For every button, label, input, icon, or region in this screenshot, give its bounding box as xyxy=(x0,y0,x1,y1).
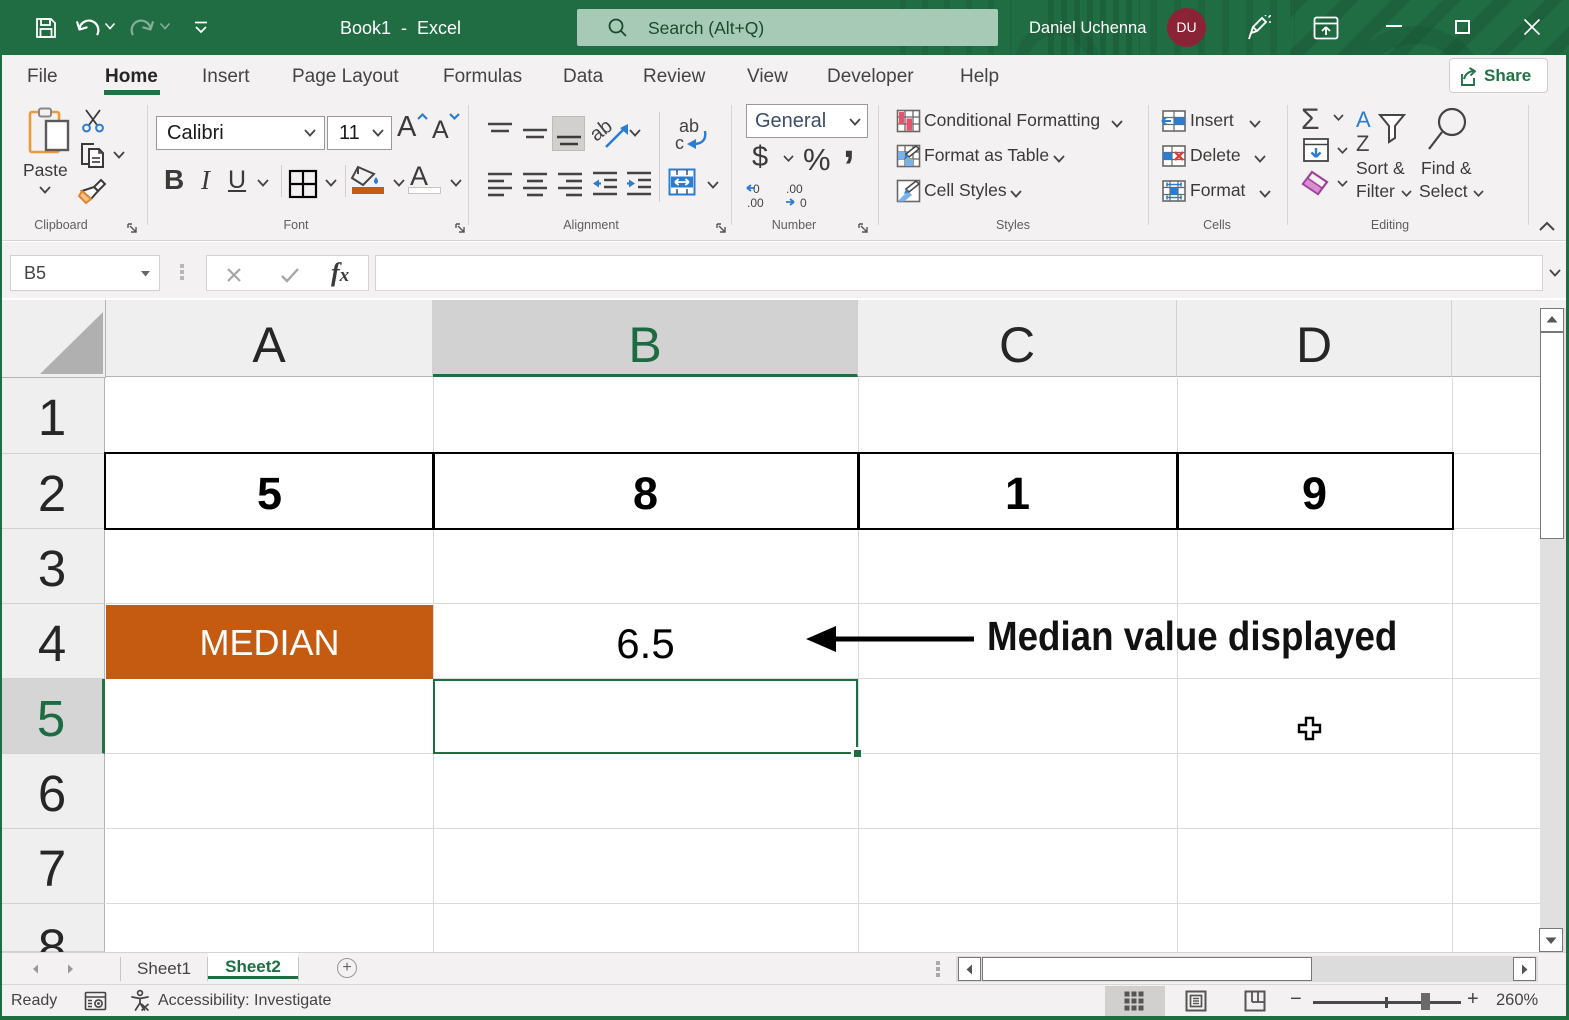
svg-text:Z: Z xyxy=(1356,131,1369,156)
svg-text:c: c xyxy=(675,133,684,153)
svg-text:0: 0 xyxy=(800,196,807,210)
svg-text:A: A xyxy=(1356,109,1371,132)
svg-text:.00: .00 xyxy=(786,182,803,196)
svg-text:.00: .00 xyxy=(747,196,764,210)
svg-text:0: 0 xyxy=(753,182,760,196)
